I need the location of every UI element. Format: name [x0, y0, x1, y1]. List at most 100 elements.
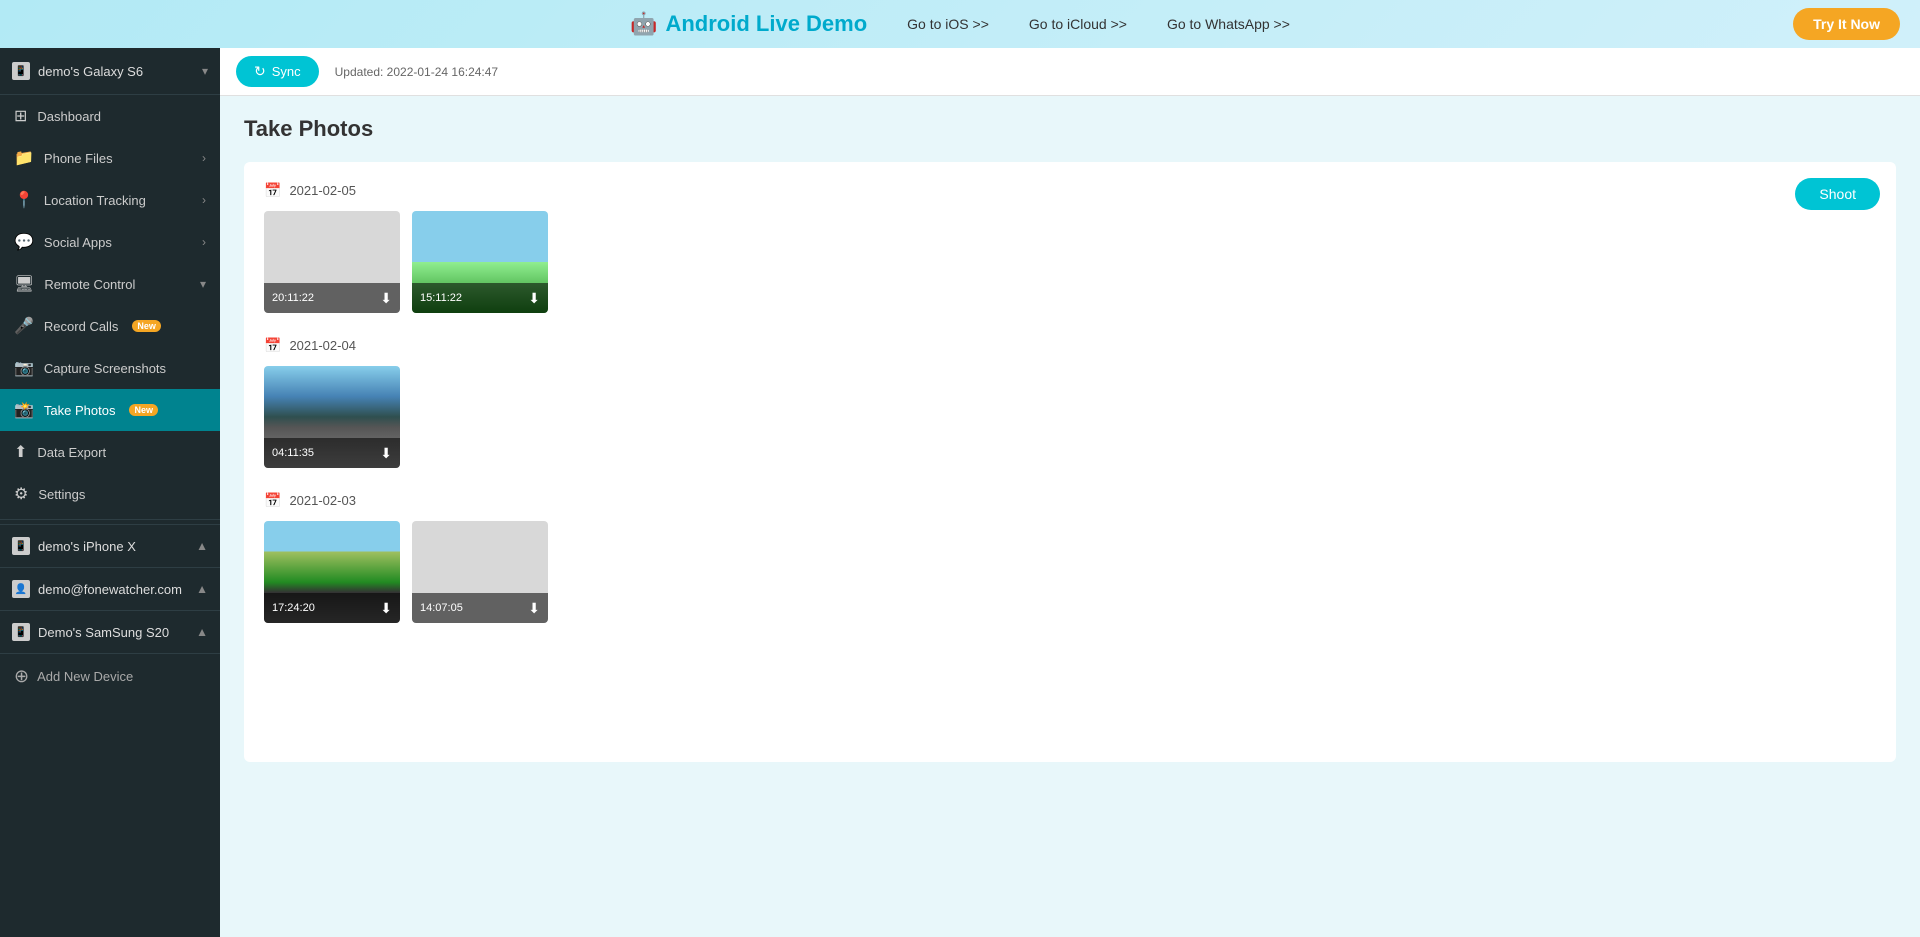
download-icon[interactable]: ⬇: [528, 290, 540, 307]
settings-icon: ⚙: [14, 484, 28, 504]
sidebar-item-social-apps[interactable]: 💬 Social Apps ›: [0, 221, 220, 263]
photo-time: 15:11:22: [420, 292, 462, 304]
sidebar: 📱 demo's Galaxy S6 ▾ ⊞ Dashboard 📁 Phone…: [0, 48, 220, 937]
brand-title: Android Live Demo: [665, 11, 867, 37]
sidebar-device-galaxy-s6[interactable]: 📱 demo's Galaxy S6 ▾: [0, 48, 220, 95]
sidebar-item-label: Capture Screenshots: [44, 361, 166, 376]
phone-files-icon: 📁: [14, 148, 34, 168]
shoot-button[interactable]: Shoot: [1795, 178, 1880, 210]
photo-thumb[interactable]: 15:11:22 ⬇: [412, 211, 548, 313]
photo-thumb[interactable]: 17:24:20 ⬇: [264, 521, 400, 623]
device-name: demo's Galaxy S6: [38, 64, 143, 79]
sidebar-item-remote-control[interactable]: 🖥 Remote Control ▾: [0, 263, 220, 305]
goto-ios-link[interactable]: Go to iOS >>: [907, 16, 989, 32]
social-apps-icon: 💬: [14, 232, 34, 252]
account-icon: 👤: [12, 580, 30, 598]
photo-time: 04:11:35: [272, 447, 314, 459]
date-header-1: 📅 2021-02-05: [264, 182, 1876, 199]
record-calls-icon: 🎤: [14, 316, 34, 336]
content-area: Take Photos Shoot 📅 2021-02-05 20:11:22 …: [220, 96, 1920, 937]
date-header-3: 📅 2021-02-03: [264, 492, 1876, 509]
sidebar-device-samsung-s20[interactable]: 📱 Demo's SamSung S20 ▲: [0, 610, 220, 653]
device-name: demo's iPhone X: [38, 539, 136, 554]
photos-row-2: 04:11:35 ⬇: [264, 366, 1876, 468]
sidebar-item-label: Phone Files: [44, 151, 113, 166]
sync-label: Sync: [272, 64, 301, 79]
photo-overlay: 15:11:22 ⬇: [412, 283, 548, 313]
arrow-right-icon: ›: [202, 151, 206, 165]
photo-thumb[interactable]: 14:07:05 ⬇: [412, 521, 548, 623]
device-icon: 📱: [12, 537, 30, 555]
toolbar: ↻ Sync Updated: 2022-01-24 16:24:47: [220, 48, 1920, 96]
take-photos-icon: 📸: [14, 400, 34, 420]
date-label: 2021-02-03: [289, 493, 356, 508]
chevron-up-icon: ▲: [196, 539, 208, 553]
photo-time: 14:07:05: [420, 602, 463, 614]
sidebar-item-label: Take Photos: [44, 403, 116, 418]
sidebar-item-label: Dashboard: [37, 109, 101, 124]
photo-time: 17:24:20: [272, 602, 315, 614]
remote-control-icon: 🖥: [14, 274, 34, 294]
date-header-2: 📅 2021-02-04: [264, 337, 1876, 354]
header: 🤖 Android Live Demo Go to iOS >> Go to i…: [0, 0, 1920, 48]
sidebar-item-dashboard[interactable]: ⊞ Dashboard: [0, 95, 220, 137]
download-icon[interactable]: ⬇: [528, 600, 540, 617]
android-icon: 🤖: [630, 11, 657, 37]
date-section-2: 📅 2021-02-04 04:11:35 ⬇: [264, 337, 1876, 468]
add-new-device-button[interactable]: ⊕ Add New Device: [0, 653, 220, 699]
date-section-3: 📅 2021-02-03 17:24:20 ⬇ 14:07:05: [264, 492, 1876, 623]
download-icon[interactable]: ⬇: [380, 600, 392, 617]
body-layout: 📱 demo's Galaxy S6 ▾ ⊞ Dashboard 📁 Phone…: [0, 48, 1920, 937]
sidebar-item-data-export[interactable]: ⬆ Data Export: [0, 431, 220, 473]
photo-overlay: 17:24:20 ⬇: [264, 593, 400, 623]
sidebar-item-phone-files[interactable]: 📁 Phone Files ›: [0, 137, 220, 179]
device-name: Demo's SamSung S20: [38, 625, 169, 640]
goto-icloud-link[interactable]: Go to iCloud >>: [1029, 16, 1127, 32]
arrow-right-icon: ›: [202, 235, 206, 249]
dashboard-icon: ⊞: [14, 106, 27, 126]
photo-time: 20:11:22: [272, 292, 314, 304]
sidebar-item-label: Social Apps: [44, 235, 112, 250]
photo-thumb[interactable]: 04:11:35 ⬇: [264, 366, 400, 468]
brand: 🤖 Android Live Demo: [630, 11, 867, 37]
arrow-right-icon: ›: [202, 193, 206, 207]
photo-thumb[interactable]: 20:11:22 ⬇: [264, 211, 400, 313]
download-icon[interactable]: ⬇: [380, 290, 392, 307]
sidebar-device-iphone-x[interactable]: 📱 demo's iPhone X ▲: [0, 524, 220, 567]
device-chevron-down-icon: ▾: [202, 64, 208, 78]
sidebar-item-label: Data Export: [37, 445, 106, 460]
sidebar-item-settings[interactable]: ⚙ Settings: [0, 473, 220, 515]
photos-row-3: 17:24:20 ⬇ 14:07:05 ⬇: [264, 521, 1876, 623]
device-icon: 📱: [12, 623, 30, 641]
location-icon: 📍: [14, 190, 34, 210]
data-export-icon: ⬆: [14, 442, 27, 462]
sidebar-item-label: Remote Control: [44, 277, 135, 292]
add-icon: ⊕: [14, 666, 29, 687]
date-section-1: 📅 2021-02-05 20:11:22 ⬇ 15:11:22: [264, 182, 1876, 313]
sidebar-item-take-photos[interactable]: 📸 Take Photos New: [0, 389, 220, 431]
chevron-up-icon: ▲: [196, 582, 208, 596]
calendar-icon: 📅: [264, 492, 281, 509]
photo-overlay: 14:07:05 ⬇: [412, 593, 548, 623]
photo-overlay: 20:11:22 ⬇: [264, 283, 400, 313]
try-it-now-button[interactable]: Try It Now: [1793, 8, 1900, 40]
sync-button[interactable]: ↻ Sync: [236, 56, 319, 87]
sidebar-item-location-tracking[interactable]: 📍 Location Tracking ›: [0, 179, 220, 221]
photo-overlay: 04:11:35 ⬇: [264, 438, 400, 468]
photos-row-1: 20:11:22 ⬇ 15:11:22 ⬇: [264, 211, 1876, 313]
calendar-icon: 📅: [264, 182, 281, 199]
download-icon[interactable]: ⬇: [380, 445, 392, 462]
sidebar-item-capture-screenshots[interactable]: 📷 Capture Screenshots: [0, 347, 220, 389]
updated-timestamp: Updated: 2022-01-24 16:24:47: [335, 65, 498, 79]
device-icon: 📱: [12, 62, 30, 80]
sidebar-account[interactable]: 👤 demo@fonewatcher.com ▲: [0, 567, 220, 610]
chevron-up-icon: ▲: [196, 625, 208, 639]
capture-screenshot-icon: 📷: [14, 358, 34, 378]
add-device-label: Add New Device: [37, 669, 133, 684]
date-label: 2021-02-04: [289, 338, 356, 353]
account-email: demo@fonewatcher.com: [38, 582, 182, 597]
sidebar-item-record-calls[interactable]: 🎤 Record Calls New: [0, 305, 220, 347]
sidebar-item-label: Record Calls: [44, 319, 118, 334]
new-badge: New: [129, 404, 158, 416]
goto-whatsapp-link[interactable]: Go to WhatsApp >>: [1167, 16, 1290, 32]
